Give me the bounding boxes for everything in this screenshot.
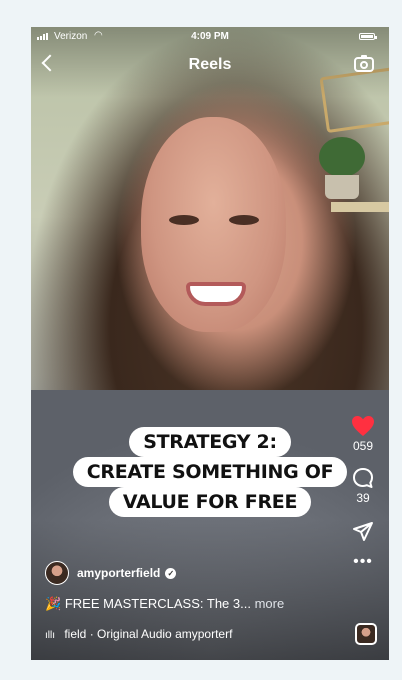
caption-more-link[interactable]: more [255, 596, 285, 611]
camera-icon[interactable] [354, 55, 374, 72]
send-icon[interactable] [352, 521, 374, 543]
comment-icon[interactable] [352, 467, 374, 489]
eye-right [229, 215, 259, 225]
mouth [186, 282, 246, 306]
party-emoji: 🎉 [45, 596, 62, 611]
comment-count: 39 [356, 491, 370, 505]
eye-left [169, 215, 199, 225]
battery-icon [359, 33, 377, 40]
plant-decor [319, 137, 365, 177]
like-count: 059 [352, 439, 374, 453]
author-row: amyporterfield ✓ [45, 561, 177, 585]
speaker-face [141, 117, 286, 332]
video-text-overlay: STRATEGY 2: CREATE SOMETHING OF VALUE FO… [31, 427, 389, 517]
status-bar: Verizon ◠ 4:09 PM [31, 27, 389, 47]
username-link[interactable]: amyporterfield [77, 566, 160, 580]
shelf-decor [331, 202, 389, 212]
verified-badge-icon: ✓ [165, 567, 177, 579]
overlay-line-1: STRATEGY 2: [129, 427, 291, 457]
page-title: Reels [188, 56, 232, 73]
overlay-line-3: VALUE FOR FREE [108, 487, 312, 517]
reel-screen: Verizon ◠ 4:09 PM Reels STRATEGY 2: CREA… [31, 27, 389, 660]
caption-body: FREE MASTERCLASS: The 3... [64, 596, 251, 611]
post-caption[interactable]: 🎉 FREE MASTERCLASS: The 3... more [45, 596, 284, 612]
more-options-icon[interactable]: ••• [343, 554, 383, 570]
action-rail: 059 39 ••• [343, 415, 383, 570]
audio-wave-icon: ıllı [45, 630, 55, 641]
plant-pot [325, 175, 359, 199]
audio-thumbnail[interactable] [355, 623, 377, 645]
avatar[interactable] [45, 561, 69, 585]
heart-icon[interactable] [351, 415, 375, 437]
status-time: 4:09 PM [191, 31, 229, 42]
audio-label: field · Original Audio amyporterf [64, 627, 233, 641]
overlay-line-2: CREATE SOMETHING OF [72, 457, 348, 487]
audio-row[interactable]: ıllı field · Original Audio amyporterf [45, 627, 232, 641]
